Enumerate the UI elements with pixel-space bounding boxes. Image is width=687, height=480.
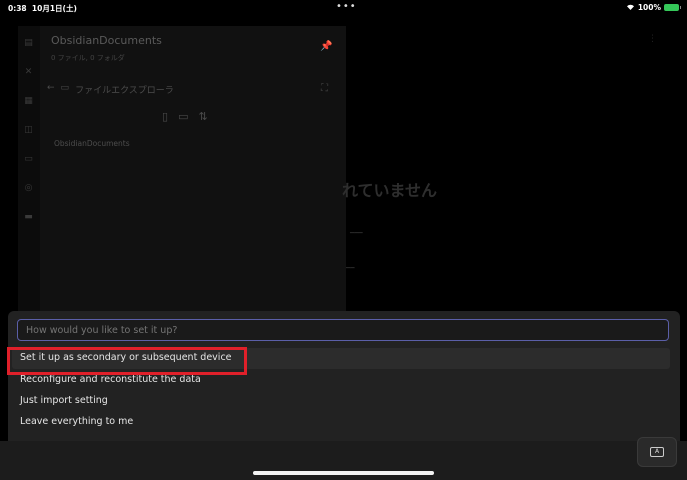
file-explorer-sidebar: ObsidianDocuments 0 ファイル, 0 フォルダ 📌 ← ▭ フ… — [40, 26, 346, 316]
option-leave-to-me[interactable]: Leave everything to me — [12, 412, 670, 433]
folder-icon: ▭ — [60, 83, 70, 93]
suggestion-modal: Set it up as secondary or subsequent dev… — [8, 311, 680, 441]
multitasking-dots[interactable]: ••• — [336, 1, 357, 12]
back-arrow-icon[interactable]: ← — [47, 83, 55, 96]
vault-stats: 0 ファイル, 0 フォルダ — [51, 54, 125, 62]
explorer-toolbar: ▯ ▭ ⇅ — [162, 110, 208, 123]
status-bar: 0:38 10月1日(土) ••• 100% — [0, 0, 687, 14]
ribbon: ▤ ✕ ▦ ◫ ▭ ◎ ▬ — [18, 26, 40, 316]
main-link: ━━━ — [350, 229, 363, 237]
keyboard-button[interactable]: A — [637, 437, 677, 467]
root-folder[interactable]: ObsidianDocuments — [54, 139, 130, 148]
explorer-header: ← ▭ ファイルエクスプローラ — [47, 83, 174, 96]
cards-icon[interactable]: ▭ — [23, 154, 34, 164]
tools-icon[interactable]: ✕ — [23, 67, 34, 77]
home-indicator[interactable] — [253, 471, 434, 475]
explorer-label: ファイルエクスプローラ — [75, 86, 174, 96]
status-time: 0:38 10月1日(土) — [8, 4, 77, 13]
status-right: 100% — [626, 3, 681, 12]
sync-icon[interactable]: ◎ — [23, 183, 34, 193]
option-secondary-device[interactable]: Set it up as secondary or subsequent dev… — [12, 348, 670, 369]
battery-icon — [664, 4, 681, 11]
wifi-icon — [626, 3, 635, 12]
archive-icon[interactable]: ▬ — [23, 212, 34, 222]
battery-percent: 100% — [637, 3, 661, 12]
files-icon[interactable]: ▤ — [23, 38, 34, 48]
main-heading: れていません — [342, 181, 438, 200]
expand-icon[interactable]: ⛶ — [321, 83, 328, 94]
new-folder-icon[interactable]: ▭ — [178, 110, 188, 123]
keyboard-icon: A — [650, 447, 664, 457]
more-options-icon[interactable]: ⋮ — [648, 34, 657, 44]
option-import-setting[interactable]: Just import setting — [12, 391, 670, 412]
main-link: ━━ — [346, 264, 355, 272]
option-reconfigure[interactable]: Reconfigure and reconstitute the data — [12, 370, 670, 391]
sort-icon[interactable]: ⇅ — [198, 110, 207, 123]
vault-title: ObsidianDocuments — [51, 34, 162, 47]
new-note-icon[interactable]: ▯ — [162, 110, 168, 123]
copy-icon[interactable]: ◫ — [23, 125, 34, 135]
pin-icon[interactable]: 📌 — [320, 41, 332, 52]
calendar-icon[interactable]: ▦ — [23, 96, 34, 106]
setup-prompt-input[interactable] — [17, 319, 669, 341]
